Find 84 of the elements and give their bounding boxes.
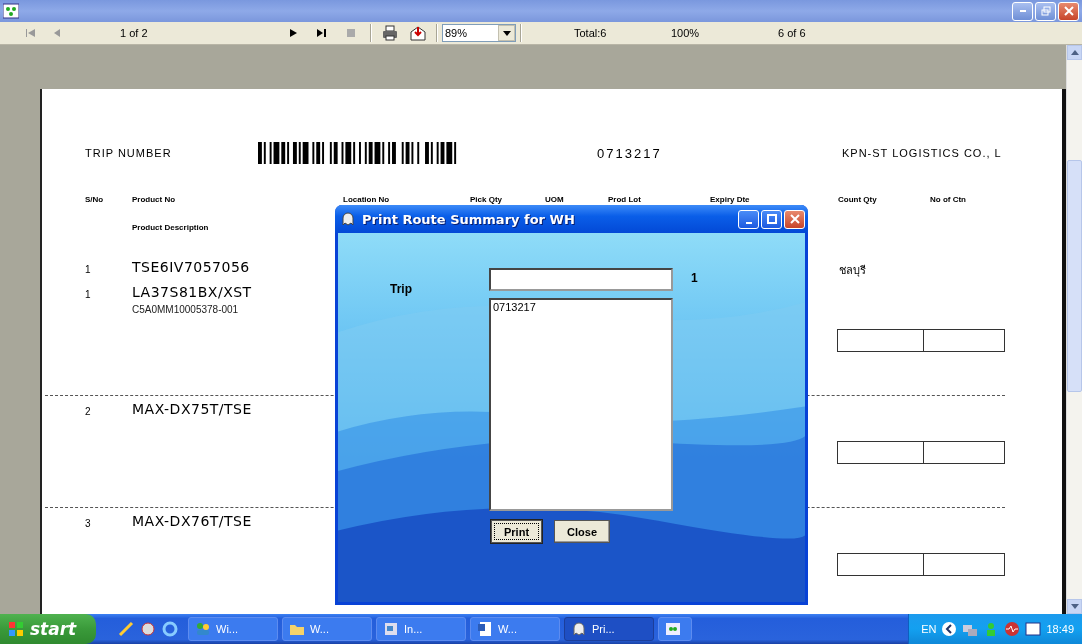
- ghost-icon: [340, 211, 356, 227]
- close-button[interactable]: [1058, 1, 1079, 21]
- product-number: MAX-DX76T/TSE: [132, 513, 252, 529]
- up-arrow-icon: [1070, 50, 1079, 55]
- document-icon: [383, 621, 399, 637]
- serial-number: 3: [85, 517, 92, 529]
- minimize-icon: [745, 221, 752, 224]
- play-icon: [288, 28, 298, 38]
- product-number: MAX-DX75T/TSE: [132, 401, 252, 417]
- page-indicator: 1 of 2: [119, 27, 149, 39]
- taskbar-button[interactable]: [658, 617, 692, 641]
- maximize-button[interactable]: [761, 209, 782, 229]
- dialog-title: Print Route Summary for WH: [362, 211, 575, 227]
- product-description: C5A0MM10005378-001: [132, 304, 239, 315]
- scroll-thumb[interactable]: [1067, 160, 1082, 392]
- serial-number: 1: [85, 263, 92, 275]
- envelope-icon: [410, 25, 426, 41]
- company-name: KPN-ST LOGISTICS CO., L: [842, 147, 1003, 159]
- close-icon: [1063, 6, 1074, 16]
- document-icon: [477, 621, 493, 637]
- maximize-icon: [766, 214, 777, 224]
- minimize-icon: [1019, 10, 1026, 12]
- total-count: Total:6: [573, 27, 608, 39]
- caret-icon: [502, 30, 511, 36]
- printer-icon: [382, 25, 398, 41]
- quick-launch-icon: [140, 621, 156, 637]
- people-icon: [195, 621, 211, 637]
- trip-list[interactable]: 0713217: [489, 298, 673, 511]
- column-header: S/No: [85, 194, 105, 204]
- taskbar-button[interactable]: Wi...: [188, 617, 278, 641]
- browser-icon: [162, 621, 178, 637]
- first-page-icon: [26, 28, 36, 38]
- tray-app-icon: [1025, 621, 1042, 637]
- column-header: Location No: [343, 194, 391, 204]
- trip-count: 1: [690, 270, 699, 287]
- product-number: TSE6IV7057056: [132, 259, 250, 275]
- scroll-up-button[interactable]: [1067, 45, 1082, 60]
- stop-icon: [347, 29, 355, 37]
- dialog-button[interactable]: Close: [554, 520, 611, 543]
- taskbar-button[interactable]: Pri...: [564, 617, 654, 641]
- minimize-button[interactable]: [738, 209, 759, 229]
- list-item[interactable]: 0713217: [493, 301, 669, 313]
- minimize-button[interactable]: [1012, 1, 1033, 21]
- location-text: ชลบุรี: [839, 263, 867, 279]
- serial-number: 2: [85, 405, 92, 417]
- product-number: LA37S81BX/XST: [132, 284, 252, 300]
- column-header: Pick Qty: [470, 194, 503, 204]
- restore-button[interactable]: [1035, 1, 1056, 21]
- last-page-icon: [316, 28, 326, 38]
- dialog-button[interactable]: Print: [491, 520, 543, 543]
- app-icon: [3, 3, 19, 19]
- serial-number: 1: [85, 288, 92, 300]
- zoom-dropdown[interactable]: 89%: [442, 24, 516, 42]
- trip-number: 0713217: [597, 145, 663, 161]
- pulse-icon: [1004, 621, 1021, 637]
- column-header: Product No: [132, 194, 177, 204]
- vertical-scrollbar[interactable]: [1066, 45, 1082, 614]
- dropdown-arrow-button[interactable]: [498, 25, 515, 41]
- quick-launch-icon: [118, 621, 134, 637]
- taskbar-button[interactable]: In...: [376, 617, 466, 641]
- trip-number-label: TRIP NUMBER: [85, 147, 173, 159]
- restore-icon: [1040, 6, 1051, 16]
- taskbar-button[interactable]: W...: [470, 617, 560, 641]
- ghost-icon: [571, 621, 587, 637]
- trip-input[interactable]: [489, 268, 673, 291]
- trip-label: Trip: [389, 281, 413, 296]
- taskbar-button[interactable]: W...: [282, 617, 372, 641]
- start-button[interactable]: start: [0, 614, 96, 644]
- report-icon: [665, 621, 681, 637]
- column-header: Product Description: [132, 222, 209, 232]
- windows-logo-icon: [8, 621, 24, 637]
- close-icon: [789, 214, 800, 224]
- column-header: Prod Lot: [608, 194, 642, 204]
- clock: 18:49: [1046, 623, 1074, 635]
- down-arrow-icon: [1070, 604, 1079, 609]
- column-header: No of Ctn: [930, 194, 967, 204]
- scroll-down-button[interactable]: [1067, 599, 1082, 614]
- column-header: Count Qty: [838, 194, 878, 204]
- record-indicator: 6 of 6: [778, 27, 807, 39]
- column-header: UOM: [545, 194, 565, 204]
- previous-icon: [52, 28, 62, 38]
- zoom-percent: 100%: [671, 27, 701, 39]
- column-header: Expiry Dte: [710, 194, 751, 204]
- close-button[interactable]: [784, 209, 805, 229]
